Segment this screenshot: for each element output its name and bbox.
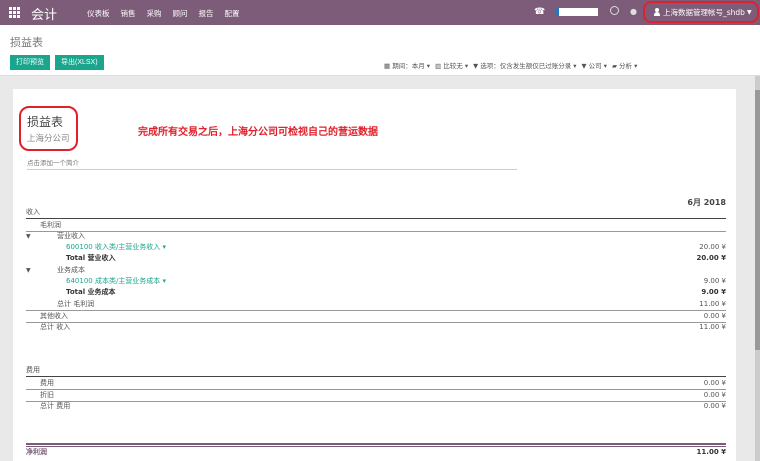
user-name: 上海数据管理帐号_shdb xyxy=(663,7,745,17)
breadcrumb: 损益表 xyxy=(10,36,43,49)
section-income-label: 收入 xyxy=(26,208,40,216)
filter-bar: ▦ 期间：本月 ▾ ▥ 比较无 ▾ ▼ 选项：仅含发生额仅已过账分录 ▾ ▼ 公… xyxy=(384,60,642,70)
row-other-income: 其他收入 0.00 ¥ xyxy=(26,312,726,321)
caret-down-icon: ▼ xyxy=(746,8,752,16)
report-company: 上海分公司 xyxy=(27,134,70,144)
menu-configuration[interactable]: 配置 xyxy=(225,8,240,19)
caret-down-icon[interactable]: ▼ xyxy=(26,232,31,241)
account-640100-link[interactable]: 640100 成本类/主营业务成本 ▾ xyxy=(66,277,166,286)
section-expense: 费用 xyxy=(26,366,726,375)
scrollbar-thumb[interactable] xyxy=(755,90,760,350)
row-account-600100[interactable]: 600100 收入类/主营业务收入 ▾ 20.00 ¥ xyxy=(26,243,726,252)
menu-adviser[interactable]: 顾问 xyxy=(173,8,188,19)
depreciation-label: 折旧 xyxy=(40,391,54,399)
row-gross-profit: 毛利润 xyxy=(26,221,726,230)
total-operating-income-amount: 20.00 ¥ xyxy=(696,254,726,262)
row-total-income: 总计 收入 11.00 ¥ xyxy=(26,323,726,332)
divider xyxy=(26,218,726,219)
net-profit-divider xyxy=(26,446,726,447)
total-cost-label: Total 业务成本 xyxy=(66,288,116,296)
section-income: 收入 xyxy=(26,208,726,217)
control-panel: 损益表 打印预览 导出(XLSX) ▦ 期间：本月 ▾ ▥ 比较无 ▾ ▼ 选项… xyxy=(0,25,760,76)
row-total-expense: 总计 费用 0.00 ¥ xyxy=(26,402,726,411)
analysis-filter[interactable]: ▰ 分析 ▾ xyxy=(612,60,637,70)
other-income-label: 其他收入 xyxy=(40,312,68,320)
expenses-label: 费用 xyxy=(40,379,54,387)
total-cost-amount: 9.00 ¥ xyxy=(701,288,726,296)
period-header: 6月 2018 xyxy=(687,198,726,207)
summary-input[interactable] xyxy=(27,156,517,170)
total-operating-income-label: Total 营业收入 xyxy=(66,254,116,262)
row-cost-of-revenue[interactable]: ▼ 业务成本 xyxy=(26,266,726,275)
operating-income-label: 营业收入 xyxy=(57,232,85,240)
account-640100-amount: 9.00 ¥ xyxy=(703,277,726,285)
row-total-operating-income: Total 营业收入 20.00 ¥ xyxy=(26,254,726,263)
company-filter[interactable]: ▼ 公司 ▾ xyxy=(582,60,607,70)
status-indicator[interactable] xyxy=(555,8,598,16)
total-income-amount: 11.00 ¥ xyxy=(699,323,726,331)
row-depreciation: 折旧 0.00 ¥ xyxy=(26,391,726,400)
total-expense-label: 总计 费用 xyxy=(40,402,71,410)
options-filter[interactable]: ▼ 选项：仅含发生额仅已过账分录 ▾ xyxy=(473,60,576,70)
total-gross-profit-amount: 11.00 ¥ xyxy=(699,300,726,308)
apps-grid-icon[interactable] xyxy=(9,7,20,18)
divider xyxy=(26,389,726,390)
phone-icon[interactable]: ☎ xyxy=(534,7,545,17)
account-600100-amount: 20.00 ¥ xyxy=(699,243,726,251)
comparison-filter-label: 比较无 ▾ xyxy=(443,62,469,70)
depreciation-amount: 0.00 ¥ xyxy=(703,391,726,399)
print-preview-button[interactable]: 打印预览 xyxy=(10,55,50,70)
row-expenses: 费用 0.00 ¥ xyxy=(26,379,726,388)
row-account-640100[interactable]: 640100 成本类/主营业务成本 ▾ 9.00 ¥ xyxy=(26,277,726,286)
menu-purchase[interactable]: 采购 xyxy=(147,8,162,19)
period-filter[interactable]: ▦ 期间：本月 ▾ xyxy=(384,60,430,70)
user-menu[interactable]: 上海数据管理帐号_shdb ▼ xyxy=(643,1,759,23)
app-title: 会计 xyxy=(31,8,58,23)
main-menu: 仪表板 销售 采购 顾问 报告 配置 xyxy=(87,8,251,19)
other-income-amount: 0.00 ¥ xyxy=(703,312,726,320)
account-600100-link[interactable]: 600100 收入类/主营业务收入 ▾ xyxy=(66,243,166,252)
menu-sales[interactable]: 销售 xyxy=(121,8,136,19)
row-net-profit: 净利润 11.00 ¥ xyxy=(26,448,726,457)
user-icon xyxy=(654,8,660,16)
clock-icon[interactable] xyxy=(610,6,619,15)
report-title: 损益表 xyxy=(27,115,64,129)
report-sheet: 损益表 上海分公司 完成所有交易之后，上海分公司可检视自己的营运数据 6月 20… xyxy=(13,89,736,461)
row-operating-income[interactable]: ▼ 营业收入 xyxy=(26,232,726,241)
period-filter-label: 期间：本月 ▾ xyxy=(392,62,431,70)
net-profit-amount: 11.00 ¥ xyxy=(696,448,726,456)
row-total-gross-profit: 总计 毛利润 11.00 ¥ xyxy=(26,300,726,309)
divider xyxy=(26,376,726,377)
total-expense-amount: 0.00 ¥ xyxy=(703,402,726,410)
gross-profit-label: 毛利润 xyxy=(40,221,61,229)
row-total-cost: Total 业务成本 9.00 ¥ xyxy=(26,288,726,297)
company-filter-label: 公司 ▾ xyxy=(588,62,607,70)
comparison-filter[interactable]: ▥ 比较无 ▾ xyxy=(435,60,468,70)
total-gross-profit-label: 总计 毛利润 xyxy=(57,300,95,308)
menu-dashboard[interactable]: 仪表板 xyxy=(87,8,110,19)
expenses-amount: 0.00 ¥ xyxy=(703,379,726,387)
options-filter-label: 选项：仅含发生额仅已过账分录 ▾ xyxy=(480,62,577,70)
caret-down-icon[interactable]: ▼ xyxy=(26,266,31,275)
divider xyxy=(26,310,726,311)
section-expense-label: 费用 xyxy=(26,366,40,374)
net-profit-divider xyxy=(26,443,726,445)
analysis-filter-label: 分析 ▾ xyxy=(619,62,638,70)
top-navbar: 会计 仪表板 销售 采购 顾问 报告 配置 ☎ ● 上海数据管理帐号_shdb … xyxy=(0,0,760,25)
cost-of-revenue-label: 业务成本 xyxy=(57,266,85,274)
annotation-text: 完成所有交易之后，上海分公司可检视自己的营运数据 xyxy=(138,127,378,138)
total-income-label: 总计 收入 xyxy=(40,323,71,331)
export-xlsx-button[interactable]: 导出(XLSX) xyxy=(55,55,104,70)
net-profit-label: 净利润 xyxy=(26,448,47,456)
chat-icon[interactable]: ● xyxy=(630,7,637,16)
menu-reports[interactable]: 报告 xyxy=(199,8,214,19)
